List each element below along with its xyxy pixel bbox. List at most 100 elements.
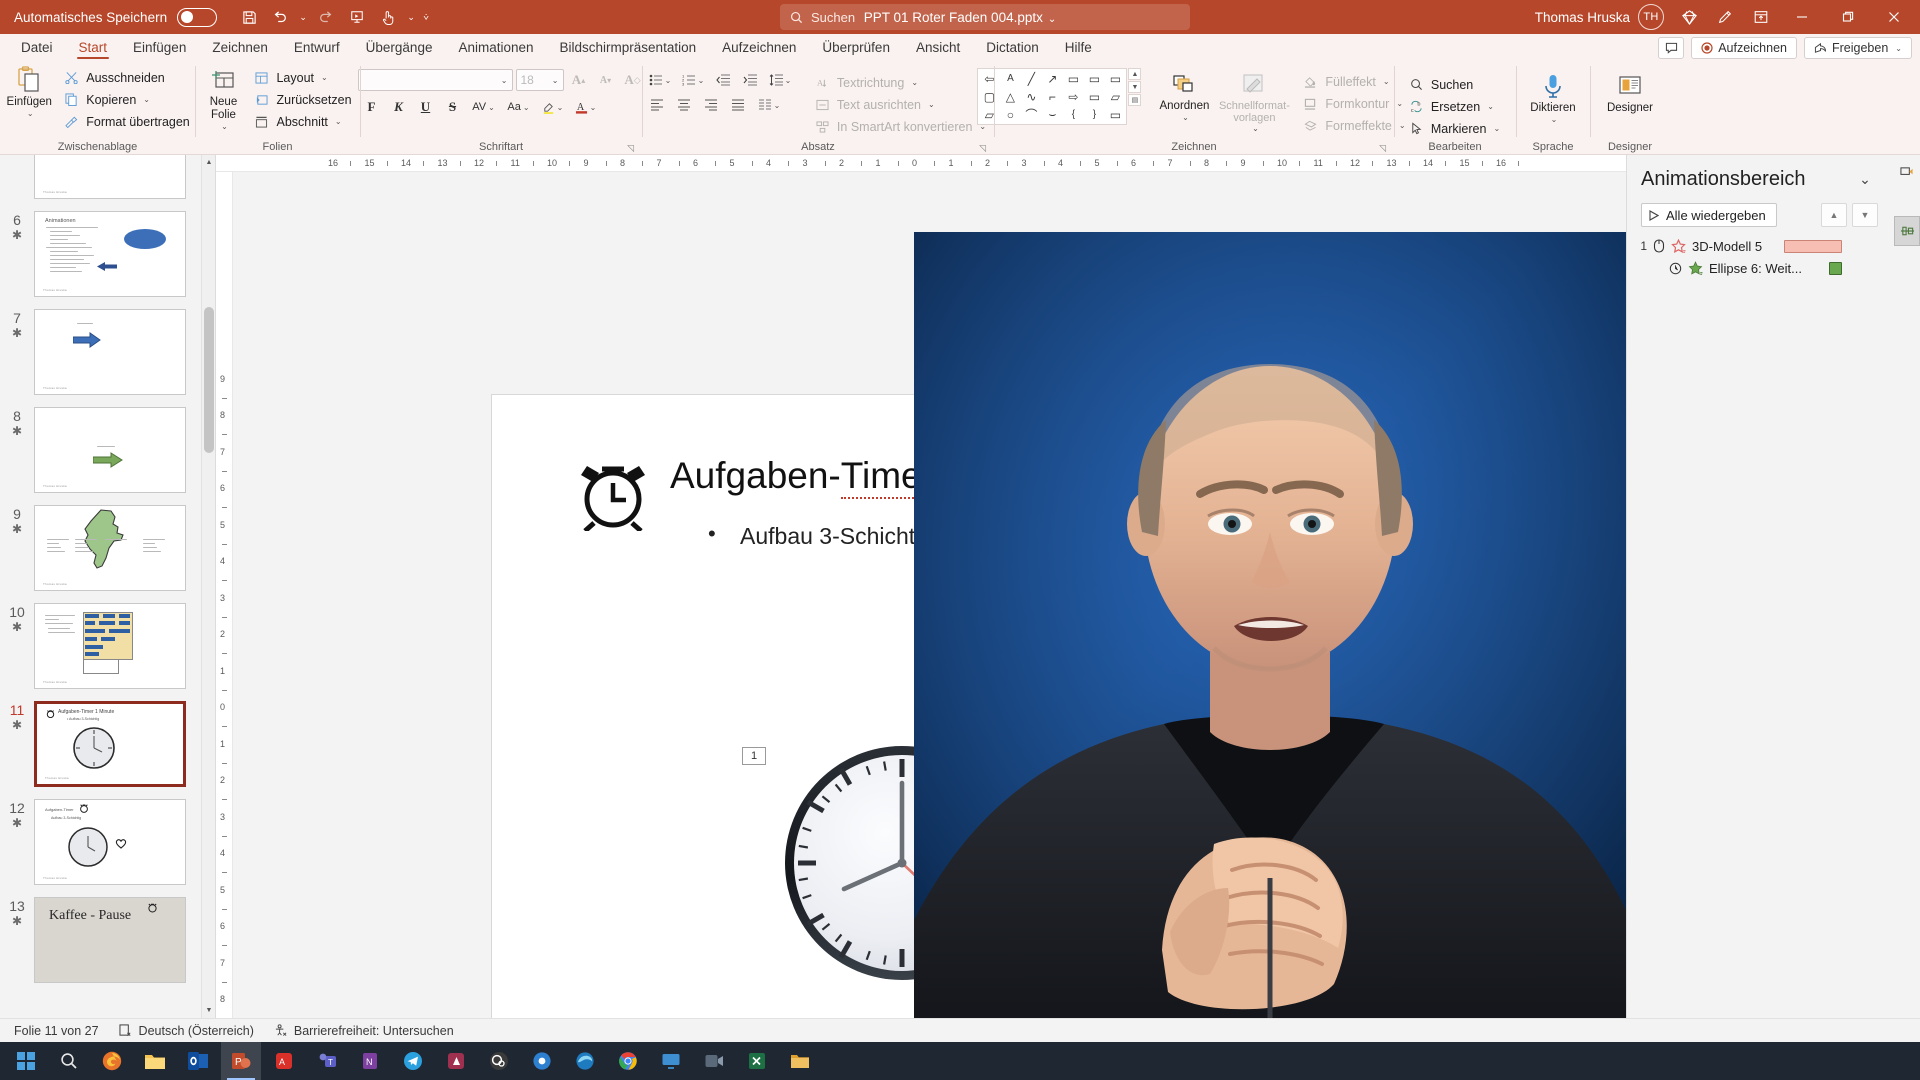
character-spacing-icon[interactable]: AV ⌄	[468, 96, 500, 118]
ribbon-display-icon[interactable]	[1744, 2, 1778, 32]
font-name-combo[interactable]: ⌄	[357, 69, 513, 91]
font-color-icon[interactable]: A ⌄	[571, 96, 601, 118]
shape-textbox-icon[interactable]: A	[1000, 70, 1020, 87]
quick-styles-caret-icon[interactable]: ⌄	[1252, 124, 1259, 133]
arrange-caret-icon[interactable]: ⌄	[1182, 113, 1189, 122]
align-left-icon[interactable]	[645, 94, 669, 116]
format-painter-button[interactable]: Format übertragen	[60, 111, 195, 132]
shapes-gallery-more-icon[interactable]: ▤	[1128, 94, 1142, 106]
tab-zeichnen[interactable]: Zeichnen	[199, 34, 281, 60]
font-size-combo[interactable]: 18 ⌄	[515, 69, 564, 91]
slide-thumbnail[interactable]: Thomas Hruska	[34, 603, 186, 689]
slide-thumbnail[interactable]: Aufgaben-Timer Aufbau 3-Schichtig Thomas…	[34, 799, 186, 885]
animation-timeline-bar[interactable]	[1829, 261, 1842, 275]
line-spacing-icon[interactable]: ⌄	[765, 69, 795, 91]
alarm-clock-icon[interactable]	[574, 457, 652, 531]
touch-caret-icon[interactable]: ⌄	[405, 12, 417, 23]
slide-thumbnail[interactable]: Animationen Thomas Hruska	[34, 211, 186, 297]
list-item[interactable]: Ellipse 6: Weit...	[1637, 257, 1920, 279]
list-item[interactable]: 5✱ Thomas Hruska	[0, 155, 201, 205]
shape-rounded-icon[interactable]: ▢	[979, 88, 999, 105]
quick-styles-button[interactable]: Schnellformat-vorlagen ⌄	[1217, 68, 1291, 133]
tab-bildschirmpraesentation[interactable]: Bildschirmpräsentation	[547, 34, 710, 60]
strikethrough-icon[interactable]: S	[441, 96, 465, 118]
list-item[interactable]: 7 ✱ Thomas Hruska	[0, 303, 201, 401]
paste-button[interactable]: Einfügen ⌄	[0, 64, 58, 118]
shape-rect2-icon[interactable]: ▭	[1084, 70, 1104, 87]
tab-ansicht[interactable]: Ansicht	[903, 34, 973, 60]
copy-caret-icon[interactable]: ⌄	[143, 95, 150, 104]
slide-thumbnail-selected[interactable]: Aufgaben-Timer 1 Minute • Aufbau 3-Schic…	[34, 701, 186, 787]
list-item[interactable]: 8 ✱ Thomas Hruska	[0, 401, 201, 499]
excel-icon[interactable]	[737, 1042, 777, 1080]
cut-button[interactable]: Ausschneiden	[60, 67, 195, 88]
teams-icon[interactable]: T	[307, 1042, 347, 1080]
list-item[interactable]: 13 ✱ Kaffee - Pause	[0, 891, 201, 989]
decrease-indent-icon[interactable]	[711, 69, 735, 91]
new-slide-button[interactable]: Neue Folie ⌄	[198, 64, 248, 132]
folder-icon[interactable]	[780, 1042, 820, 1080]
telegram-icon[interactable]	[393, 1042, 433, 1080]
tab-ueberpruefen[interactable]: Überprüfen	[809, 34, 903, 60]
change-case-icon[interactable]: Aa ⌄	[503, 96, 535, 118]
grow-font-icon[interactable]: A ▴	[567, 69, 591, 91]
list-item[interactable]: 1 3D-Modell 5	[1637, 235, 1920, 257]
shape-polyline-icon[interactable]: ∿	[1021, 88, 1041, 105]
tab-entwurf[interactable]: Entwurf	[281, 34, 353, 60]
section-caret-icon[interactable]: ⌄	[335, 117, 342, 126]
minimize-button[interactable]	[1780, 0, 1824, 34]
horizontal-ruler[interactable]: 16 15 14 13 12 11 10 9 8 7 6 5 4 3 2 1 0 1 2 3 4 5 6 7 8 9 10 11 12 1…	[216, 155, 1626, 172]
increase-indent-icon[interactable]	[738, 69, 762, 91]
tab-einfuegen[interactable]: Einfügen	[120, 34, 199, 60]
accessibility-status[interactable]: Barrierefreiheit: Untersuchen	[274, 1024, 454, 1038]
text-highlight-icon[interactable]: ⌄	[538, 96, 568, 118]
shape-rect1-icon[interactable]: ▭	[1063, 70, 1083, 87]
chrome-icon[interactable]	[608, 1042, 648, 1080]
affinity-icon[interactable]	[436, 1042, 476, 1080]
underline-icon[interactable]: U	[414, 96, 438, 118]
tab-dictation[interactable]: Dictation	[973, 34, 1052, 60]
shape-arrow-line-icon[interactable]: ↗	[1042, 70, 1062, 87]
share-button[interactable]: Freigeben ⌄	[1804, 37, 1912, 59]
language-status[interactable]: Deutsch (Österreich)	[119, 1024, 254, 1038]
tab-aufzeichnen[interactable]: Aufzeichnen	[709, 34, 809, 60]
explorer-icon[interactable]	[135, 1042, 175, 1080]
thumbnail-scrollbar[interactable]: ▲ ▼	[201, 155, 215, 1018]
record-button[interactable]: Aufzeichnen	[1691, 37, 1797, 59]
justify-icon[interactable]	[726, 94, 750, 116]
undo-caret-icon[interactable]: ⌄	[297, 12, 309, 23]
arrange-button[interactable]: Anordnen ⌄	[1153, 68, 1215, 122]
layout-caret-icon[interactable]: ⌄	[321, 73, 328, 82]
italic-icon[interactable]: K	[387, 96, 411, 118]
new-slide-caret-icon[interactable]: ⌄	[221, 122, 228, 131]
shapes-gallery[interactable]: ⇦ A ╱ ↗ ▭ ▭ ▭ ▢ △ ∿ ⌐ ⇨ ▭ ▱ ▱ ○ ⌒ ⌣ {} …	[977, 68, 1128, 125]
start-icon[interactable]	[6, 1042, 46, 1080]
list-item[interactable]: 10 ✱ Thomas Hruska	[0, 597, 201, 695]
align-right-icon[interactable]	[699, 94, 723, 116]
columns-icon[interactable]: ⌄	[753, 94, 785, 116]
shape-rect3-icon[interactable]: ▭	[1105, 70, 1125, 87]
shape-arc-icon[interactable]: ⌒	[1021, 106, 1041, 123]
redo-icon[interactable]	[312, 4, 340, 30]
shape-banner-icon[interactable]: ▭	[1084, 88, 1104, 105]
chevron-down-icon[interactable]: ⌄	[1852, 167, 1878, 191]
search-icon[interactable]	[49, 1042, 89, 1080]
shapes-gallery-down-icon[interactable]: ▼	[1128, 81, 1142, 93]
customize-qat-icon[interactable]: ⩒	[420, 12, 432, 23]
vertical-ruler[interactable]: 9876543210123456789	[216, 172, 233, 1018]
find-button[interactable]: Suchen	[1405, 74, 1505, 95]
select-button[interactable]: Markieren ⌄	[1405, 118, 1505, 139]
scrollbar-thumb[interactable]	[204, 307, 214, 453]
autosave-toggle[interactable]	[177, 7, 218, 27]
dictate-caret-icon[interactable]: ⌄	[1551, 115, 1558, 124]
slide-thumbnail[interactable]: Kaffee - Pause	[34, 897, 186, 983]
slide-thumbnail[interactable]: Thomas Hruska	[34, 505, 186, 591]
share-caret-icon[interactable]: ⌄	[1895, 44, 1902, 53]
shape-brace-left-icon[interactable]: {	[1063, 106, 1083, 123]
scroll-up-icon[interactable]: ▲	[202, 155, 215, 170]
list-item[interactable]: 11 ✱ Aufgaben-Timer 1 Minute • Aufbau 3-S…	[0, 695, 201, 793]
tab-uebergaenge[interactable]: Übergänge	[353, 34, 446, 60]
font-dialog-launcher-icon[interactable]: ◹	[627, 140, 634, 156]
shape-parallelogram-icon[interactable]: ▱	[979, 106, 999, 123]
list-item[interactable]: 12 ✱ Aufgaben-Timer Aufbau 3-Schichtig T…	[0, 793, 201, 891]
